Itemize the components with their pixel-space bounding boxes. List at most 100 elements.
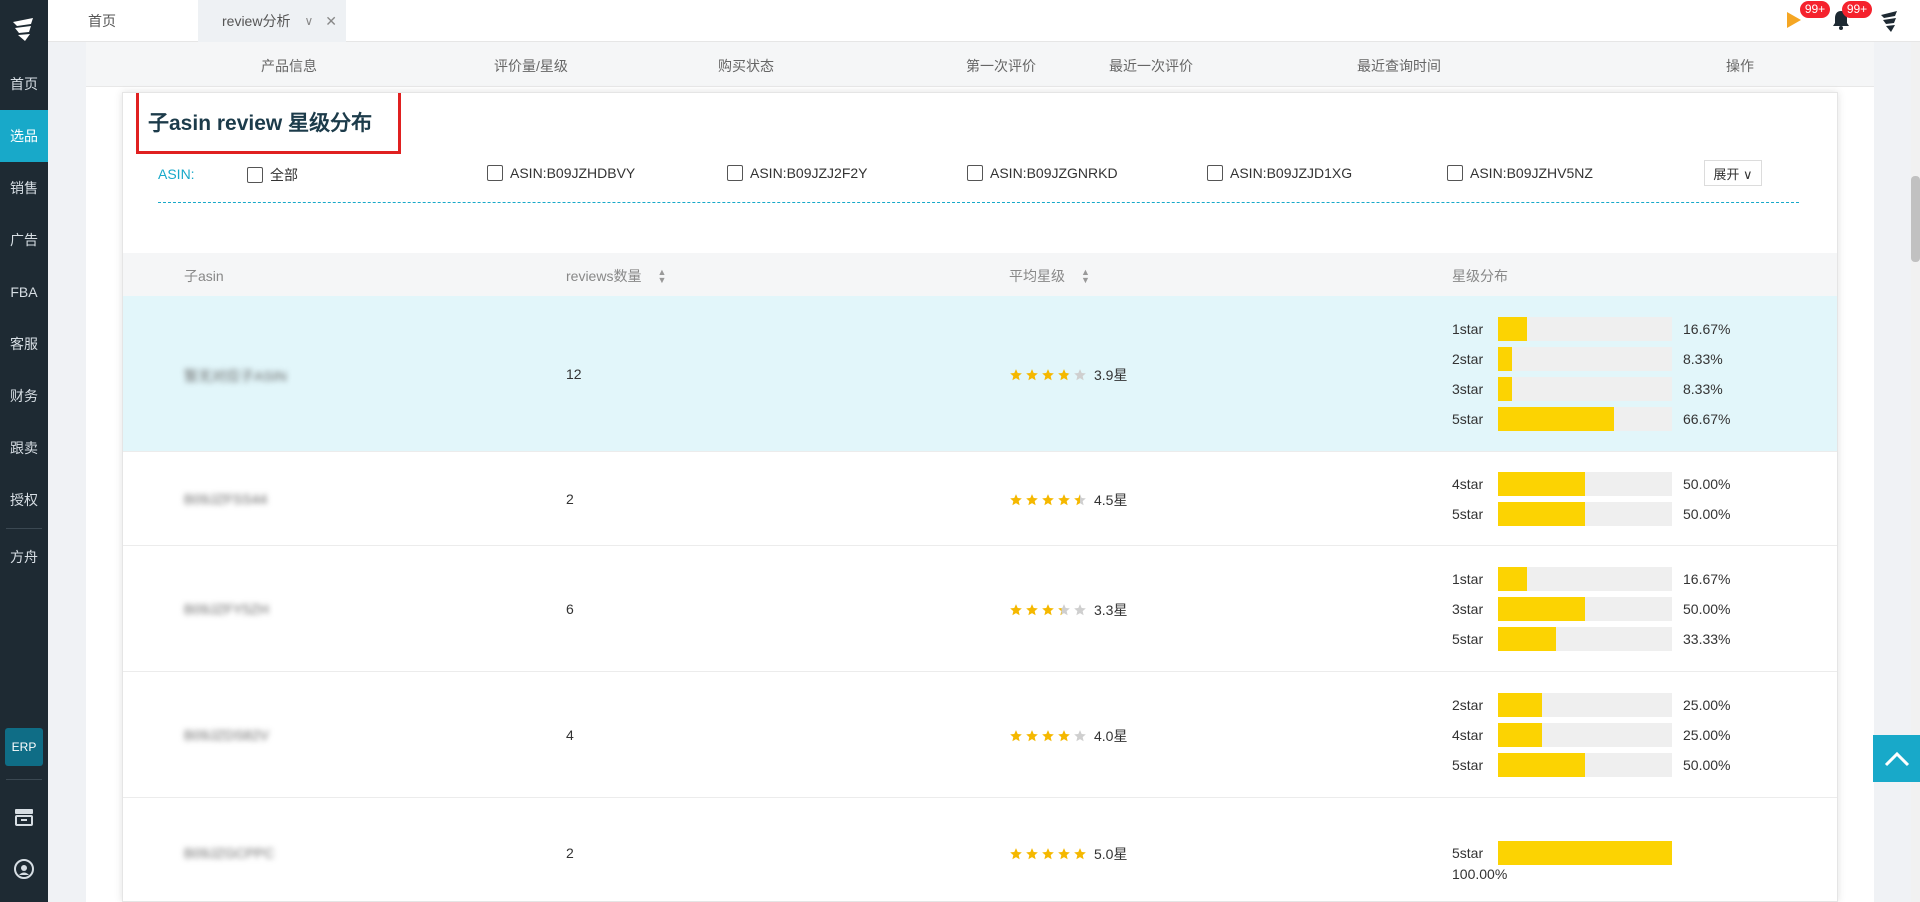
user-avatar[interactable] [1878,8,1902,37]
distribution-bar-fill [1498,693,1542,717]
sidebar: 首页 选品 销售 广告 FBA 客服 财务 跟卖 授权 方舟 ERP [0,0,48,902]
star-icon [1041,847,1055,861]
child-asin-cell: 暂无对应子ASIN [184,368,287,384]
star-icon [1057,603,1071,617]
sidebar-item-follow-sell[interactable]: 跟卖 [0,422,48,474]
checkbox-icon[interactable] [1447,165,1463,181]
distribution-bar-fill [1498,627,1556,651]
star-level-label: 2star [1452,351,1484,367]
star-distribution-line: 5star 33.33% [1452,627,1730,651]
star-level-label: 4star [1452,727,1484,743]
distribution-bar-fill [1498,502,1585,526]
close-icon[interactable]: ✕ [325,13,337,30]
distribution-percent: 50.00% [1683,601,1731,617]
filter-label: ASIN:B09JZJ2F2Y [750,165,868,181]
filter-asin-checkbox[interactable]: ASIN:B09JZJD1XG [1207,165,1352,181]
erp-button[interactable]: ERP [5,728,43,766]
sidebar-item-ads[interactable]: 广告 [0,214,48,266]
distribution-bar-fill [1498,347,1513,371]
distribution-percent: 33.33% [1683,631,1731,647]
star-icon [1073,493,1087,507]
col-distribution: 星级分布 [1452,266,1508,286]
filter-asin-checkbox[interactable]: ASIN:B09JZHV5NZ [1447,165,1593,181]
rating-text: 3.9星 [1094,367,1128,383]
distribution-bar [1498,627,1672,651]
store-icon[interactable] [12,805,36,829]
star-level-label: 5star [1452,845,1484,861]
distribution-table-header: 子asin reviews数量 ▲ ▼ 平均星级 ▲ ▼ 星级分布 [123,253,1837,296]
distribution-bar [1498,407,1672,431]
sidebar-item-home[interactable]: 首页 [0,58,48,110]
checkbox-icon[interactable] [967,165,983,181]
star-distribution-line: 5star 66.67% [1452,407,1730,431]
col-latest-query: 最近查询时间 [1357,58,1441,74]
checkbox-icon[interactable] [247,167,263,183]
avg-star-rating: 5.0星 [1009,844,1127,864]
expand-button[interactable]: 展开 ∨ [1704,160,1762,186]
table-row: 暂无对应子ASIN 12 3.9星 1star 16.67% 2star 8.33% 3sta… [123,296,1837,452]
filter-all-checkbox[interactable]: 全部 [247,165,298,185]
product-table-header: 产品信息 评价量/星级 购买状态 第一次评价 最近一次评价 最近查询时间 操作 [86,42,1874,87]
tab-review-analysis[interactable]: review分析 ∨ ✕ [198,0,346,42]
sort-icon[interactable]: ▲ ▼ [657,268,666,285]
avg-star-rating: 4.5星 [1009,490,1127,510]
reviews-count-cell: 6 [566,601,574,617]
distribution-percent: 8.33% [1683,381,1723,397]
reviews-count-cell: 12 [566,366,582,382]
checkbox-icon[interactable] [727,165,743,181]
col-latest-review: 最近一次评价 [1109,58,1193,74]
star-icon [1025,847,1039,861]
panel-title: 子asin review 星级分布 [148,112,373,135]
filter-asin-checkbox[interactable]: ASIN:B09JZGNRKD [967,165,1118,181]
table-row: B09JZFY5ZH 6 3.3星 1star 16.67% 3star 50.00% 5st… [123,546,1837,672]
filter-asin-checkbox[interactable]: ASIN:B09JZJ2F2Y [727,165,868,181]
chevron-down-icon[interactable]: ∨ [304,14,313,28]
star-distribution-line: 5star 50.00% [1452,502,1730,526]
checkbox-icon[interactable] [487,165,503,181]
reviews-count-cell: 2 [566,491,574,507]
star-icon [1025,368,1039,382]
star-icon [1057,368,1071,382]
sidebar-item-sales[interactable]: 销售 [0,162,48,214]
review-distribution-panel: 子asin review 星级分布 ASIN: 全部 ASIN:B09JZHDBV… [122,92,1838,902]
sidebar-divider [6,779,42,780]
sidebar-item-ark[interactable]: 方舟 [0,531,48,583]
child-asin-cell: B09JZDS82V [184,727,269,743]
distribution-bar-fill [1498,841,1672,865]
distribution-percent: 16.67% [1683,571,1731,587]
col-reviews[interactable]: reviews数量 ▲ ▼ [566,266,666,286]
sidebar-item-product-selection[interactable]: 选品 [0,110,48,162]
checkbox-icon[interactable] [1207,165,1223,181]
star-distribution-line: 1star 16.67% [1452,567,1730,591]
scrollbar-thumb[interactable] [1911,176,1920,262]
star-icon [1073,847,1087,861]
sidebar-item-authorization[interactable]: 授权 [0,474,48,526]
reviews-count-cell: 4 [566,727,574,743]
star-icon [1057,847,1071,861]
col-avg-star[interactable]: 平均星级 ▲ ▼ [1009,266,1090,286]
star-icon [1009,603,1023,617]
star-distribution-line: 4star 50.00% [1452,472,1730,496]
tab-home[interactable]: 首页 [88,0,116,42]
star-icon [1025,729,1039,743]
logo-icon[interactable] [0,0,48,58]
sort-icon[interactable]: ▲ ▼ [1081,268,1090,285]
sidebar-item-customer-service[interactable]: 客服 [0,318,48,370]
sidebar-item-finance[interactable]: 财务 [0,370,48,422]
distribution-percent: 25.00% [1683,727,1731,743]
distribution-bar-fill [1498,317,1527,341]
distribution-bar [1498,693,1672,717]
distribution-bar-fill [1498,753,1585,777]
tab-review-label: review分析 [222,13,291,29]
filter-asin-checkbox[interactable]: ASIN:B09JZHDBVY [487,165,635,181]
filter-label: ASIN:B09JZJD1XG [1230,165,1353,181]
panel-title-highlight: 子asin review 星级分布 [136,93,401,154]
table-row: B09JZGCPPC 2 5.0星 5star 100.00% [123,798,1837,901]
rating-text: 4.0星 [1094,728,1128,744]
headset-icon[interactable] [12,857,36,881]
rating-text: 5.0星 [1094,846,1128,862]
sidebar-divider [6,528,42,529]
distribution-bar [1498,597,1672,621]
sidebar-item-fba[interactable]: FBA [0,266,48,318]
back-to-top-button[interactable] [1873,735,1920,782]
